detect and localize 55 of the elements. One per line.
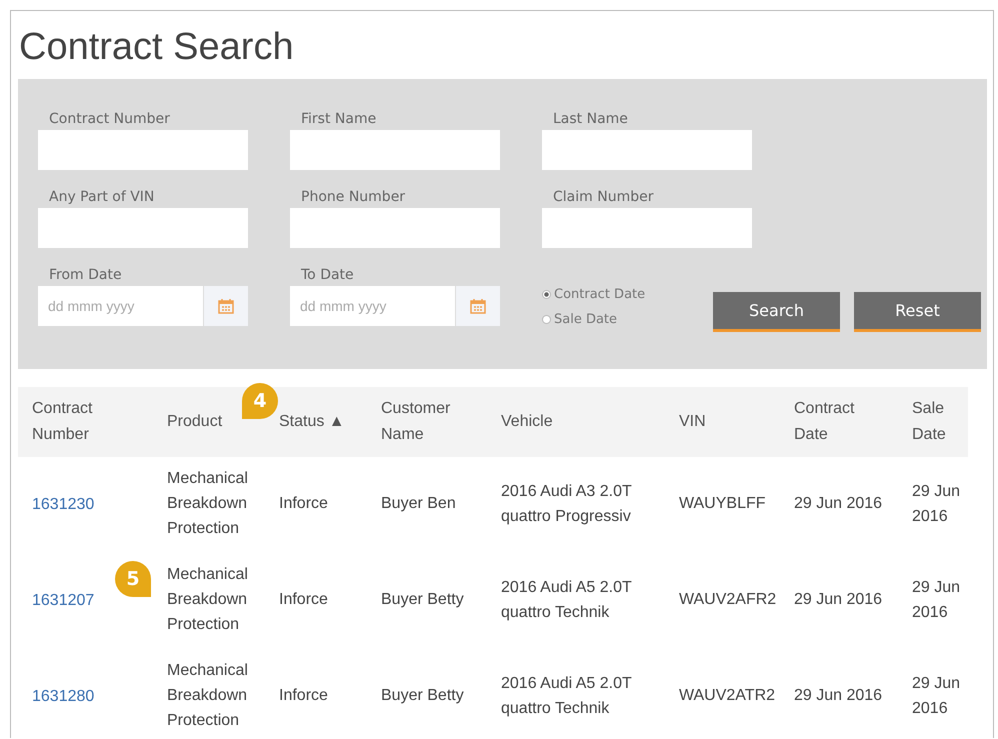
column-header[interactable]: Status ▲ <box>279 408 345 434</box>
table-cell-text: 29 Jun 2016 <box>912 578 962 623</box>
column-header[interactable]: Contract Number <box>32 396 139 448</box>
table-cell-text: Buyer Betty <box>381 590 465 610</box>
date-field[interactable]: dd mmm yyyy <box>290 286 455 326</box>
input-field[interactable] <box>38 130 248 170</box>
input-field[interactable] <box>290 208 500 248</box>
table-cell-text: Inforce <box>279 590 329 610</box>
field-label: First Name <box>300 110 378 127</box>
table-cell-text: Inforce <box>279 494 329 514</box>
input-field[interactable] <box>542 208 752 248</box>
table-cell-text: Mechanical Breakdown Protection <box>167 661 249 731</box>
action-button[interactable]: Reset <box>854 292 981 332</box>
table-cell-text: 2016 Audi A5 2.0T quattro Technik <box>501 578 632 623</box>
column-header[interactable]: VIN <box>679 408 706 434</box>
table-cell-text: 2016 Audi A5 2.0T quattro Technik <box>501 674 632 719</box>
field-label: To Date <box>300 266 355 283</box>
table-cell-text: Buyer Betty <box>381 686 465 706</box>
table-cell-text: 29 Jun 2016 <box>912 482 962 527</box>
calendar-icon[interactable] <box>470 298 486 314</box>
column-header[interactable]: Contract Date <box>794 396 884 448</box>
calendar-icon[interactable] <box>218 298 234 314</box>
table-cell-text: WAUYBLFF <box>679 494 767 514</box>
table-cell-text: 29 Jun 2016 <box>794 686 884 706</box>
table-cell-text: 29 Jun 2016 <box>794 590 884 610</box>
column-header[interactable]: Customer Name <box>381 396 473 448</box>
action-button[interactable]: Search <box>713 292 840 332</box>
input-field[interactable] <box>542 130 752 170</box>
page-title: Contract Search <box>19 25 295 70</box>
table-cell-text: Mechanical Breakdown Protection <box>167 469 249 539</box>
input-field[interactable] <box>38 208 248 248</box>
callout-badge: 4 <box>242 382 278 419</box>
field-label: From Date <box>48 266 123 283</box>
field-label: Last Name <box>552 110 629 127</box>
input-field[interactable] <box>290 130 500 170</box>
contract-link[interactable]: 1631280 <box>32 688 94 705</box>
field-label: Any Part of VIN <box>48 188 156 205</box>
table-cell-text: 2016 Audi A3 2.0T quattro Progressiv <box>501 482 632 527</box>
field-label: Phone Number <box>300 188 406 205</box>
table-cell-text: WAUV2ATR2 <box>679 686 776 706</box>
column-header[interactable]: Sale Date <box>912 396 954 448</box>
table-cell-text: 29 Jun 2016 <box>794 494 884 514</box>
table-cell-text: Mechanical Breakdown Protection <box>167 565 249 635</box>
date-field[interactable]: dd mmm yyyy <box>38 286 203 326</box>
table-cell-text: Buyer Ben <box>381 494 457 514</box>
field-label: Claim Number <box>552 188 654 205</box>
table-cell-text: Inforce <box>279 686 329 706</box>
callout-badge: 5 <box>115 560 151 597</box>
table-cell-text: WAUV2AFR2 <box>679 590 778 610</box>
contract-link[interactable]: 1631230 <box>32 496 94 513</box>
column-header[interactable]: Product <box>167 408 222 434</box>
field-label: Contract Number <box>48 110 171 127</box>
table-cell-text: 29 Jun 2016 <box>912 674 962 719</box>
contract-link[interactable]: 1631207 <box>32 592 94 609</box>
column-header[interactable]: Vehicle <box>501 408 553 434</box>
